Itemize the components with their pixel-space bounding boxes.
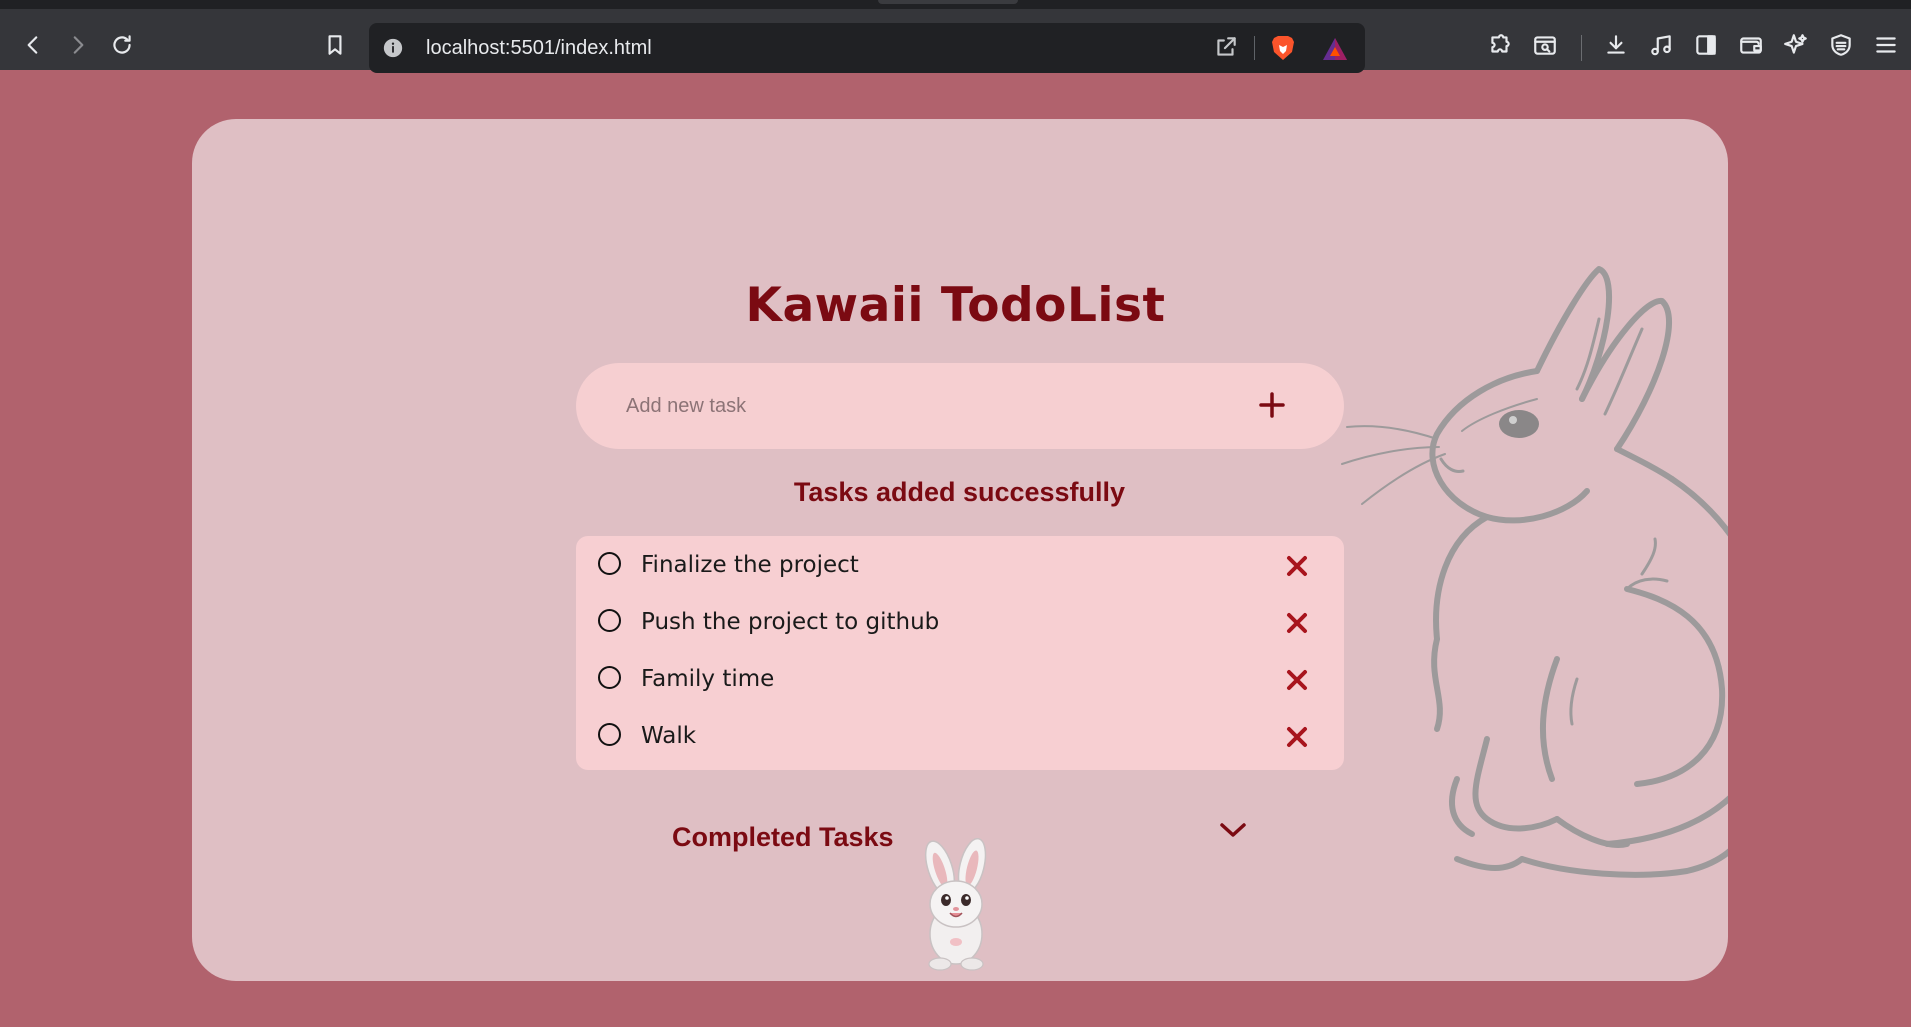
delete-task-button[interactable] bbox=[1283, 723, 1311, 751]
checkbox-circle-icon[interactable] bbox=[598, 552, 621, 575]
brave-shields-icon[interactable] bbox=[1268, 33, 1298, 63]
vpn-icon[interactable] bbox=[1825, 29, 1857, 61]
reload-icon[interactable] bbox=[106, 29, 138, 61]
status-message: Tasks added successfully bbox=[793, 477, 1126, 507]
bunny-mascot-image bbox=[924, 838, 987, 971]
list-item: Finalize the project bbox=[576, 536, 1344, 593]
forward-icon[interactable] bbox=[62, 29, 94, 61]
menu-icon[interactable] bbox=[1870, 29, 1902, 61]
brave-rewards-icon[interactable] bbox=[1320, 35, 1350, 63]
sidebar-icon[interactable] bbox=[1690, 29, 1722, 61]
close-icon bbox=[1287, 556, 1307, 576]
task-label[interactable]: Family time bbox=[641, 666, 774, 692]
window-top-strip bbox=[0, 0, 1911, 9]
reader-mode-icon[interactable] bbox=[1529, 29, 1561, 61]
media-icon[interactable] bbox=[1645, 29, 1677, 61]
completed-toggle-button[interactable] bbox=[1215, 815, 1251, 845]
toolbar-divider bbox=[1581, 35, 1582, 61]
delete-task-button[interactable] bbox=[1283, 552, 1311, 580]
extensions-icon[interactable] bbox=[1484, 29, 1516, 61]
delete-task-button[interactable] bbox=[1283, 666, 1311, 694]
close-icon bbox=[1287, 613, 1307, 633]
add-task-button[interactable] bbox=[1252, 385, 1292, 425]
completed-tasks-heading[interactable]: Completed Tasks bbox=[672, 822, 894, 853]
task-label[interactable]: Push the project to github bbox=[641, 609, 939, 635]
bookmark-icon[interactable] bbox=[319, 29, 351, 61]
tab-indicator bbox=[878, 0, 1018, 4]
task-label[interactable]: Finalize the project bbox=[641, 552, 859, 578]
checkbox-circle-icon[interactable] bbox=[598, 723, 621, 746]
rabbit-outline-illustration bbox=[1341, 266, 1728, 878]
close-icon bbox=[1287, 727, 1307, 747]
task-label[interactable]: Walk bbox=[641, 723, 696, 749]
checkbox-circle-icon[interactable] bbox=[598, 666, 621, 689]
checkbox-circle-icon[interactable] bbox=[598, 609, 621, 632]
page-title: Kawaii TodoList bbox=[745, 278, 1166, 333]
plus-icon bbox=[1259, 392, 1285, 418]
list-item: Walk bbox=[576, 707, 1344, 764]
wallet-icon[interactable] bbox=[1735, 29, 1767, 61]
address-bar[interactable]: localhost:5501/index.html bbox=[369, 23, 1365, 73]
download-icon[interactable] bbox=[1600, 29, 1632, 61]
leo-ai-icon[interactable] bbox=[1780, 29, 1812, 61]
list-item: Family time bbox=[576, 650, 1344, 707]
list-item: Push the project to github bbox=[576, 593, 1344, 650]
info-icon[interactable] bbox=[381, 36, 405, 60]
add-task-bar bbox=[576, 363, 1344, 449]
chevron-down-icon bbox=[1220, 823, 1246, 837]
close-icon bbox=[1287, 670, 1307, 690]
url-divider bbox=[1254, 36, 1255, 60]
browser-toolbar: localhost:5501/index.html bbox=[0, 9, 1911, 73]
task-list: Finalize the project Push the project to… bbox=[576, 536, 1344, 770]
url-text[interactable]: localhost:5501/index.html bbox=[426, 37, 652, 60]
share-icon[interactable] bbox=[1213, 34, 1241, 62]
delete-task-button[interactable] bbox=[1283, 609, 1311, 637]
back-icon[interactable] bbox=[17, 29, 49, 61]
task-input[interactable] bbox=[626, 388, 1226, 424]
